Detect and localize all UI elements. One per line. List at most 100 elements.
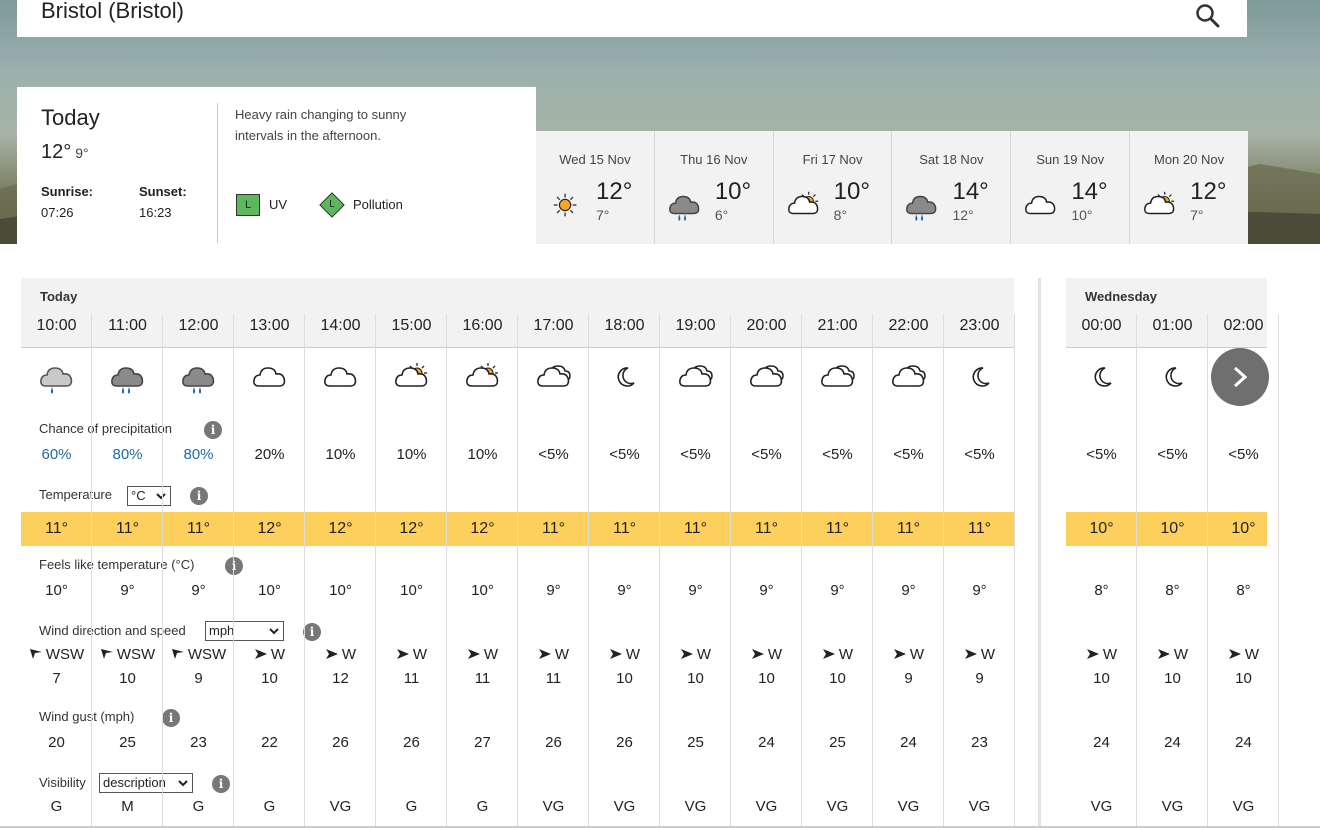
temperature-value: 11° [896,520,920,537]
day-tab[interactable]: Thu 16 Nov 10° 6° [653,131,773,244]
today-description: Heavy rain changing to sunny intervals i… [235,107,407,143]
wind-gust: 27 [474,734,491,751]
hour-time: 20:00 [746,317,787,334]
wind-arrow-icon [609,649,622,659]
hour-weather-icon [109,360,147,394]
day-name: Mon 20 Nov [1154,152,1225,167]
hour-time: 13:00 [249,317,290,334]
precip-value: <5% [751,446,782,463]
hour-column: 12:00 80% 11° 9° WSW 9 23 G [163,314,234,828]
wind-arrow-icon [893,649,906,659]
temperature-value: 11° [825,520,849,537]
pollution-badge[interactable]: L [319,192,345,218]
wind-direction-label: W [270,646,286,663]
hour-time: 21:00 [817,317,858,334]
day-name: Wed 15 Nov [559,152,631,167]
precip-value: <5% [680,446,711,463]
hour-column: 16:00 10% 12° 10° W 11 27 G [447,314,518,828]
precip-value: <5% [893,446,924,463]
sunny-intervals-icon [1144,191,1175,215]
wind-direction: W [1208,646,1279,663]
wind-gust: 24 [1235,734,1252,751]
precip-value: 10% [467,446,498,463]
temperature-value: 10° [1231,520,1256,537]
hour-weather-icon [38,360,76,394]
hour-column: 15:00 10% 12° 10° W 11 26 G [376,314,447,828]
wind-speed: 9 [975,670,984,687]
day-weather-icon [1142,189,1178,221]
pollution-label[interactable]: Pollution [353,197,403,212]
today-label: Today [41,105,100,130]
clear-night-icon [617,367,635,387]
hour-time: 01:00 [1152,317,1193,334]
hour-time: 14:00 [320,317,361,334]
day-tab[interactable]: Fri 17 Nov 10° 8° [772,131,892,244]
precip-value: <5% [538,446,569,463]
feels-like-value: 9° [688,582,703,599]
hour-time: 16:00 [462,317,503,334]
wind-gust: 24 [900,734,917,751]
day-low: 7° [1190,207,1204,223]
wind-direction-label: WSW [116,646,156,663]
wind-speed: 12 [332,670,349,687]
day-tab[interactable]: Mon 20 Nov 12° 7° [1129,131,1248,244]
wind-direction-label: W [696,646,712,663]
temperature-value: 10° [1160,520,1185,537]
day-name: Thu 16 Nov [680,152,748,167]
wind-direction: WSW [163,646,234,663]
wind-gust: 22 [261,734,278,751]
hour-weather-icon [890,360,928,394]
uv-badge[interactable]: L [236,194,260,216]
wind-arrow-icon [467,649,480,659]
wind-speed: 10 [758,670,775,687]
hour-time: 02:00 [1223,317,1264,334]
wind-speed: 10 [119,670,136,687]
feels-like-value: 9° [546,582,561,599]
wind-direction: W [447,646,518,663]
today-summary-card[interactable]: Today 12° 9° Sunrise: 07:26 Sunset: 16:23… [17,87,536,244]
uv-label[interactable]: UV [269,197,287,212]
visibility-value: G [405,798,418,815]
day-high: 10° [714,178,752,205]
wind-direction-label: W [554,646,570,663]
wind-speed: 10 [1164,670,1181,687]
visibility-value: VG [755,798,778,815]
wind-gust: 26 [403,734,420,751]
wind-direction-label: W [483,646,499,663]
precip-value: 80% [112,446,143,463]
wind-gust: 24 [1093,734,1110,751]
wind-direction: W [376,646,447,663]
hour-weather-icon [677,360,715,394]
search-bar[interactable]: Bristol (Bristol) [17,0,1247,37]
wind-gust: 26 [616,734,633,751]
today-column-label: Today [40,289,78,304]
wind-arrow-icon [1086,649,1099,659]
visibility-value: VG [613,798,636,815]
wind-speed: 11 [474,670,491,687]
hour-column: 11:00 80% 11° 9° WSW 10 25 M [92,314,163,828]
heavy-rain-icon [111,367,144,394]
feels-like-value: 9° [759,582,774,599]
hour-time: 11:00 [108,317,147,334]
wind-arrow-icon [822,649,835,659]
light-rain-icon [40,367,73,394]
next-hours-button[interactable] [1211,348,1269,406]
hour-column: 22:00 <5% 11° 9° W 9 24 VG [873,314,944,828]
precip-value: <5% [1157,446,1188,463]
day-tab[interactable]: Sat 18 Nov 14° 12° [891,131,1011,244]
temperature-value: 12° [257,520,282,537]
temperature-value: 11° [186,520,210,537]
wind-gust: 26 [545,734,562,751]
day-tab[interactable]: Wed 15 Nov 12° 7° [536,131,654,244]
today-temperatures: 12° 9° [41,141,89,164]
hour-weather-icon [1083,360,1121,394]
day-name: Sat 18 Nov [919,152,984,167]
day-tab[interactable]: Sun 19 Nov 14° 10° [1010,131,1130,244]
hour-column: 20:00 <5% 11° 9° W 10 24 VG [731,314,802,828]
wind-direction: W [802,646,873,663]
hour-weather-icon [819,360,857,394]
search-icon[interactable] [1195,3,1221,29]
feels-like-value: 9° [191,582,206,599]
cloudy-icon [750,365,784,387]
day-high: 14° [1071,178,1108,205]
